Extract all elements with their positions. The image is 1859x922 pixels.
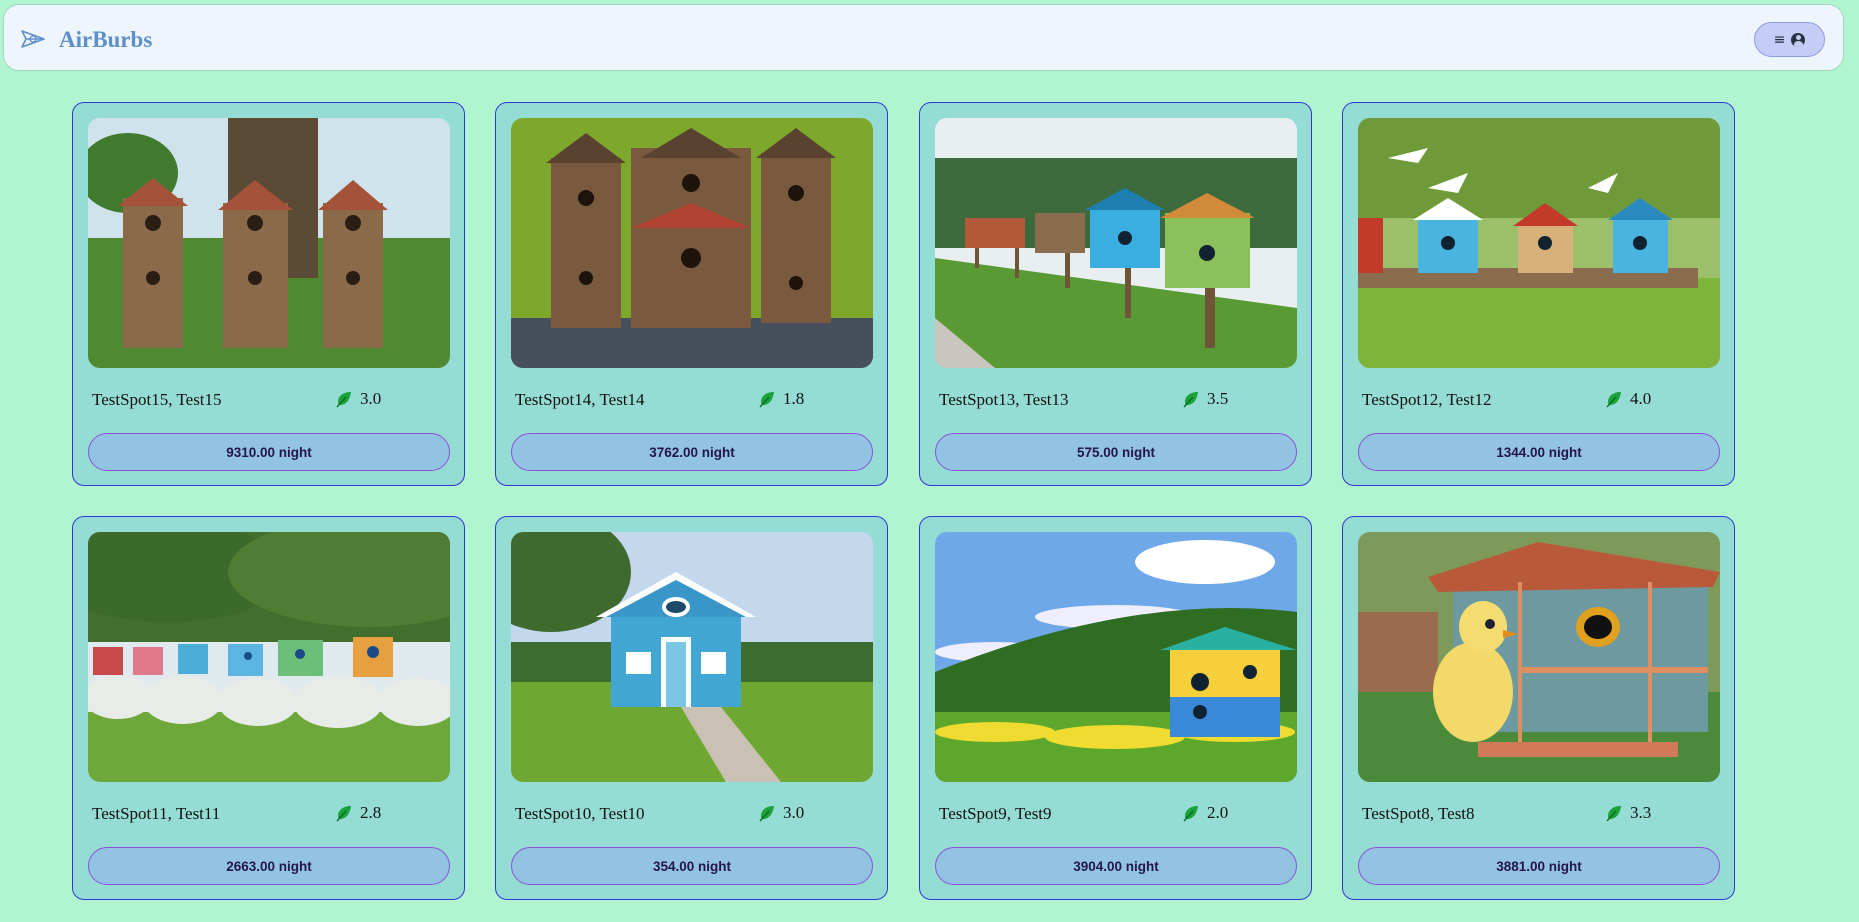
hamburger-icon: ≡ (1773, 31, 1786, 48)
listing-photo[interactable] (88, 118, 450, 368)
listing-image (935, 118, 1297, 368)
listing-photo[interactable] (935, 532, 1297, 782)
listing-title: TestSpot9, Test9 (939, 804, 1052, 823)
top-navbar: AirBurbs ≡ (3, 4, 1844, 71)
leaf-icon (759, 392, 774, 408)
price-button[interactable]: 3881.00 night (1358, 847, 1720, 885)
price-button[interactable]: 1344.00 night (1358, 433, 1720, 471)
listing-rating: 2.0 (1182, 803, 1228, 823)
listing-image (511, 118, 873, 368)
price-button[interactable]: 3762.00 night (511, 433, 873, 471)
listing-image (88, 532, 450, 782)
listing-image (935, 532, 1297, 782)
leaf-icon (1183, 806, 1198, 822)
rating-value: 3.5 (1207, 389, 1229, 408)
listing-rating: 4.0 (1605, 389, 1651, 409)
listing-image (1358, 118, 1720, 368)
listing-title: TestSpot12, Test12 (1362, 390, 1492, 409)
listing-card[interactable]: TestSpot10, Test10 3.0 354.00 night (495, 516, 888, 900)
profile-menu-button[interactable]: ≡ (1754, 22, 1825, 57)
listing-rating: 3.0 (758, 803, 804, 823)
price-button[interactable]: 3904.00 night (935, 847, 1297, 885)
listing-image (1358, 532, 1720, 782)
leaf-icon (1183, 392, 1198, 408)
rating-value: 3.0 (360, 389, 382, 408)
listing-card[interactable]: TestSpot15, Test15 3.0 9310.00 night (72, 102, 465, 486)
listing-rating: 3.3 (1605, 803, 1651, 823)
leaf-icon (1606, 392, 1621, 408)
rating-value: 2.8 (360, 803, 382, 822)
price-button[interactable]: 575.00 night (935, 433, 1297, 471)
leaf-icon (336, 806, 351, 822)
listing-photo[interactable] (935, 118, 1297, 368)
listing-image (511, 532, 873, 782)
listing-title: TestSpot8, Test8 (1362, 804, 1475, 823)
listing-card[interactable]: TestSpot12, Test12 4.0 1344.00 night (1342, 102, 1735, 486)
rating-value: 1.8 (783, 389, 805, 408)
listing-card[interactable]: TestSpot14, Test14 1.8 3762.00 night (495, 102, 888, 486)
price-button[interactable]: 9310.00 night (88, 433, 450, 471)
listing-photo[interactable] (88, 532, 450, 782)
listing-photo[interactable] (511, 532, 873, 782)
leaf-icon (1606, 806, 1621, 822)
listing-title: TestSpot10, Test10 (515, 804, 645, 823)
listing-rating: 2.8 (335, 803, 381, 823)
price-button[interactable]: 354.00 night (511, 847, 873, 885)
rating-value: 3.0 (783, 803, 805, 822)
listing-card[interactable]: TestSpot9, Test9 2.0 3904.00 night (919, 516, 1312, 900)
listing-title: TestSpot15, Test15 (92, 390, 222, 409)
listing-title: TestSpot13, Test13 (939, 390, 1069, 409)
rating-value: 2.0 (1207, 803, 1229, 822)
leaf-icon (336, 392, 351, 408)
rating-value: 3.3 (1630, 803, 1652, 822)
user-circle-icon (1791, 32, 1806, 47)
paper-plane-icon[interactable] (20, 27, 46, 51)
listing-rating: 1.8 (758, 389, 804, 409)
listing-photo[interactable] (1358, 118, 1720, 368)
price-button[interactable]: 2663.00 night (88, 847, 450, 885)
listing-image (88, 118, 450, 368)
brand-name[interactable]: AirBurbs (59, 27, 152, 53)
listing-rating: 3.5 (1182, 389, 1228, 409)
listing-card[interactable]: TestSpot11, Test11 2.8 2663.00 night (72, 516, 465, 900)
listing-title: TestSpot14, Test14 (515, 390, 645, 409)
listing-card[interactable]: TestSpot13, Test13 3.5 575.00 night (919, 102, 1312, 486)
listing-card[interactable]: TestSpot8, Test8 3.3 3881.00 night (1342, 516, 1735, 900)
listing-photo[interactable] (511, 118, 873, 368)
listing-rating: 3.0 (335, 389, 381, 409)
rating-value: 4.0 (1630, 389, 1652, 408)
listing-photo[interactable] (1358, 532, 1720, 782)
leaf-icon (759, 806, 774, 822)
listing-title: TestSpot11, Test11 (92, 804, 221, 823)
